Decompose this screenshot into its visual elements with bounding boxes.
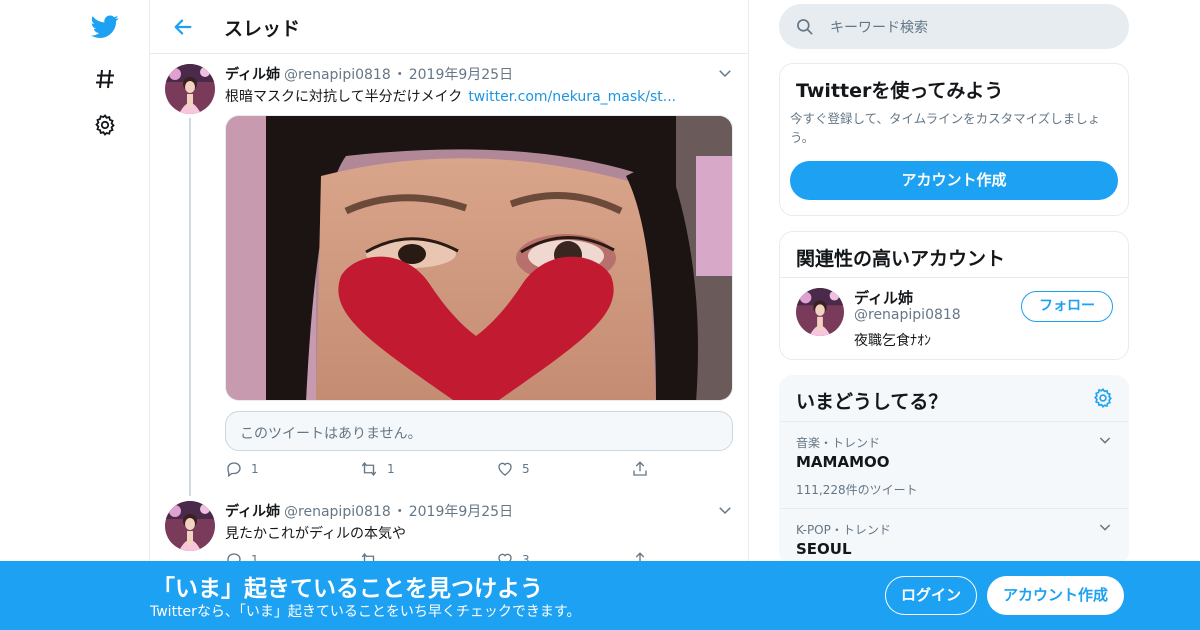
banner-title: 「いま」起きていることを見つけよう [152, 576, 543, 602]
heart-icon [498, 462, 512, 476]
trend-category: 音楽・トレンド [796, 436, 881, 450]
meta-separator: ・ [392, 504, 407, 520]
quoted-tweet-unavailable: このツイートはありません。 [225, 411, 733, 451]
avatar[interactable] [796, 288, 844, 336]
tweet-header: ディル姉 @renapipi0818 ・ 2019年9月25日 [225, 64, 513, 84]
follow-button[interactable]: フォロー [1021, 291, 1113, 322]
related-accounts-card: 関連性の高いアカウント ディル姉 @renapipi0818 夜職乞食ﾅｵﾝ フ… [779, 231, 1129, 360]
account-handle[interactable]: @renapipi0818 [854, 307, 961, 323]
banner-signup-button[interactable]: アカウント作成 [987, 576, 1124, 615]
login-button[interactable]: ログイン [885, 576, 977, 615]
tweet-photo[interactable] [225, 115, 733, 401]
author-name[interactable]: ディル姉 [225, 67, 280, 83]
chevron-down-icon[interactable] [1097, 432, 1113, 452]
page-title: スレッド [224, 18, 301, 40]
related-accounts-title: 関連性の高いアカウント [796, 248, 1006, 270]
tweet-text: 根暗マスクに対抗して半分だけメイク [225, 89, 463, 105]
trend-category: K-POP・トレンド [796, 523, 891, 537]
like-count: 5 [522, 462, 530, 476]
retweet-button[interactable]: 1 [359, 460, 395, 478]
trend-item[interactable]: 音楽・トレンド MAMAMOO 111,228件のツイート [780, 421, 1128, 509]
back-arrow-icon[interactable] [168, 12, 198, 42]
trend-name: SEOUL [796, 540, 852, 558]
thread-header: スレッド [150, 0, 748, 54]
avatar[interactable] [165, 501, 215, 551]
trends-title: いまどうしてる？ [796, 391, 948, 413]
avatar[interactable] [165, 64, 215, 114]
retweet-count: 1 [387, 462, 395, 476]
tweet-text-row: 見たかこれがディルの本気や [225, 523, 406, 543]
like-button[interactable]: 5 [496, 460, 530, 478]
thread-column: スレッド ディル姉 @renapipi0818 ・ 2019年9月25日 根暗マスクに… [149, 0, 749, 630]
tweet-date[interactable]: 2019年9月25日 [409, 67, 513, 83]
gear-icon[interactable] [90, 110, 120, 140]
author-name[interactable]: ディル姉 [225, 504, 280, 520]
tweet[interactable]: ディル姉 @renapipi0818 ・ 2019年9月25日 見たかこれがディルの本… [150, 494, 748, 569]
signup-card-title: Twitterを使ってみよう [796, 80, 1004, 102]
chevron-down-icon[interactable] [716, 501, 734, 519]
search-icon [797, 19, 813, 35]
chevron-down-icon[interactable] [716, 64, 734, 82]
trend-name: MAMAMOO [796, 453, 890, 471]
thread-connector [189, 118, 191, 496]
signup-desc-line: う。 [790, 130, 815, 145]
author-handle[interactable]: @renapipi0818 [284, 504, 391, 520]
share-icon [633, 461, 647, 476]
reply-button[interactable]: 1 [225, 460, 259, 478]
tweet-header: ディル姉 @renapipi0818 ・ 2019年9月25日 [225, 501, 513, 521]
tweet-text-row: 根暗マスクに対抗して半分だけメイク twitter.com/nekura_mask… [225, 86, 676, 106]
tweet-date[interactable]: 2019年9月25日 [409, 504, 513, 520]
account-bio: 夜職乞食ﾅｵﾝ [854, 333, 931, 349]
tweet-text: 見たかこれがディルの本気や [225, 526, 407, 542]
twitter-bird-icon[interactable] [90, 12, 120, 42]
meta-separator: ・ [392, 67, 407, 83]
trends-card: いまどうしてる？ 音楽・トレンド MAMAMOO 111,228件のツイート K… [779, 375, 1129, 565]
account-name[interactable]: ディル姉 [854, 287, 913, 308]
create-account-button[interactable]: アカウント作成 [790, 161, 1118, 200]
tweet-link[interactable]: twitter.com/nekura_mask/st... [468, 89, 676, 105]
gear-icon[interactable] [1092, 387, 1114, 413]
search-input[interactable]: キーワード検索 [830, 17, 928, 37]
divider [780, 277, 1128, 278]
tweet[interactable]: ディル姉 @renapipi0818 ・ 2019年9月25日 根暗マスクに対抗して半… [150, 54, 748, 496]
banner-subtitle: Twitterなら、「いま」起きていることをいち早くチェックできます。 [150, 604, 581, 620]
signup-desc-line: 今すぐ登録して、タイムラインをカスタマイズしましょ [790, 111, 1101, 126]
author-handle[interactable]: @renapipi0818 [284, 67, 391, 83]
left-nav [0, 0, 150, 630]
signup-card-description: 今すぐ登録して、タイムラインをカスタマイズしましょ う。 [790, 109, 1100, 147]
reply-icon [227, 462, 241, 478]
share-button[interactable] [631, 460, 649, 478]
tweet-actions: 1 1 5 [225, 460, 665, 482]
signup-card: Twitterを使ってみよう 今すぐ登録して、タイムラインをカスタマイズしましょ… [779, 63, 1129, 216]
hashtag-icon[interactable] [90, 64, 120, 94]
search-box[interactable]: キーワード検索 [779, 4, 1129, 49]
chevron-down-icon[interactable] [1097, 519, 1113, 539]
trend-item[interactable]: K-POP・トレンド SEOUL [780, 508, 1128, 564]
trend-tweet-count: 111,228件のツイート [796, 483, 918, 497]
retweet-icon [361, 461, 377, 477]
signup-banner: 「いま」起きていることを見つけよう Twitterなら、「いま」起きていることを… [0, 561, 1200, 630]
reply-count: 1 [251, 462, 259, 476]
